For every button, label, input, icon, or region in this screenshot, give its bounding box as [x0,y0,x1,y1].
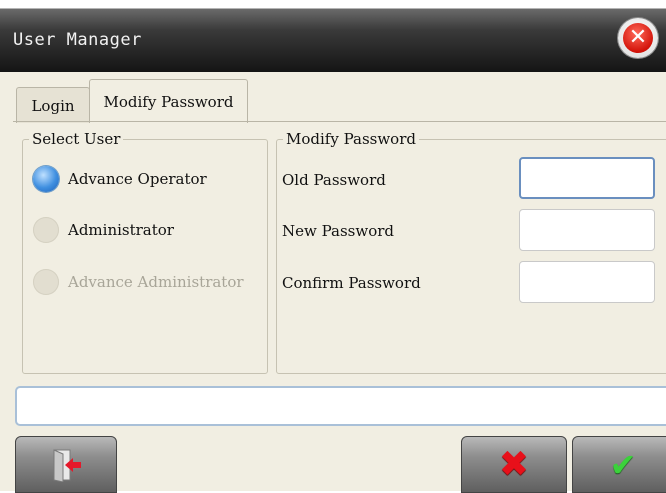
tab-login-label: Login [31,96,75,115]
close-button[interactable]: ✕ [618,18,658,58]
window-title: User Manager [13,30,142,50]
red-x-icon: ✖ [498,443,530,485]
radio-disabled-icon [33,269,59,295]
radio-advance-administrator: Advance Administrator [33,269,244,295]
exit-button[interactable] [15,436,117,493]
confirm-button[interactable]: ✔ [572,436,666,493]
modify-password-legend: Modify Password [286,130,416,148]
new-password-label: New Password [282,222,395,240]
radio-administrator-label: Administrator [68,221,174,239]
title-bar: User Manager ✕ [0,0,666,72]
green-check-icon: ✔ [609,445,637,484]
cancel-button[interactable]: ✖ [461,436,567,493]
old-password-label: Old Password [282,171,386,189]
confirm-password-input[interactable] [519,261,655,303]
radio-advance-administrator-label: Advance Administrator [68,273,244,291]
radio-administrator[interactable]: Administrator [33,217,174,243]
radio-advance-operator[interactable]: Advance Operator [33,166,207,192]
status-message-box [15,386,666,426]
tab-login[interactable]: Login [16,87,90,123]
radio-advance-operator-label: Advance Operator [68,170,207,188]
new-password-input[interactable] [519,209,655,251]
radio-unselected-icon [33,217,59,243]
radio-selected-icon [33,166,59,192]
tab-modify-password[interactable]: Modify Password [89,79,248,123]
exit-door-icon [53,448,81,482]
select-user-legend: Select User [32,130,121,148]
user-manager-window: User Manager ✕ Login Modify Password Sel… [0,0,666,493]
confirm-password-label: Confirm Password [282,274,421,292]
close-icon: ✕ [623,23,653,53]
tab-modify-password-label: Modify Password [103,92,234,111]
old-password-input[interactable] [519,157,655,199]
